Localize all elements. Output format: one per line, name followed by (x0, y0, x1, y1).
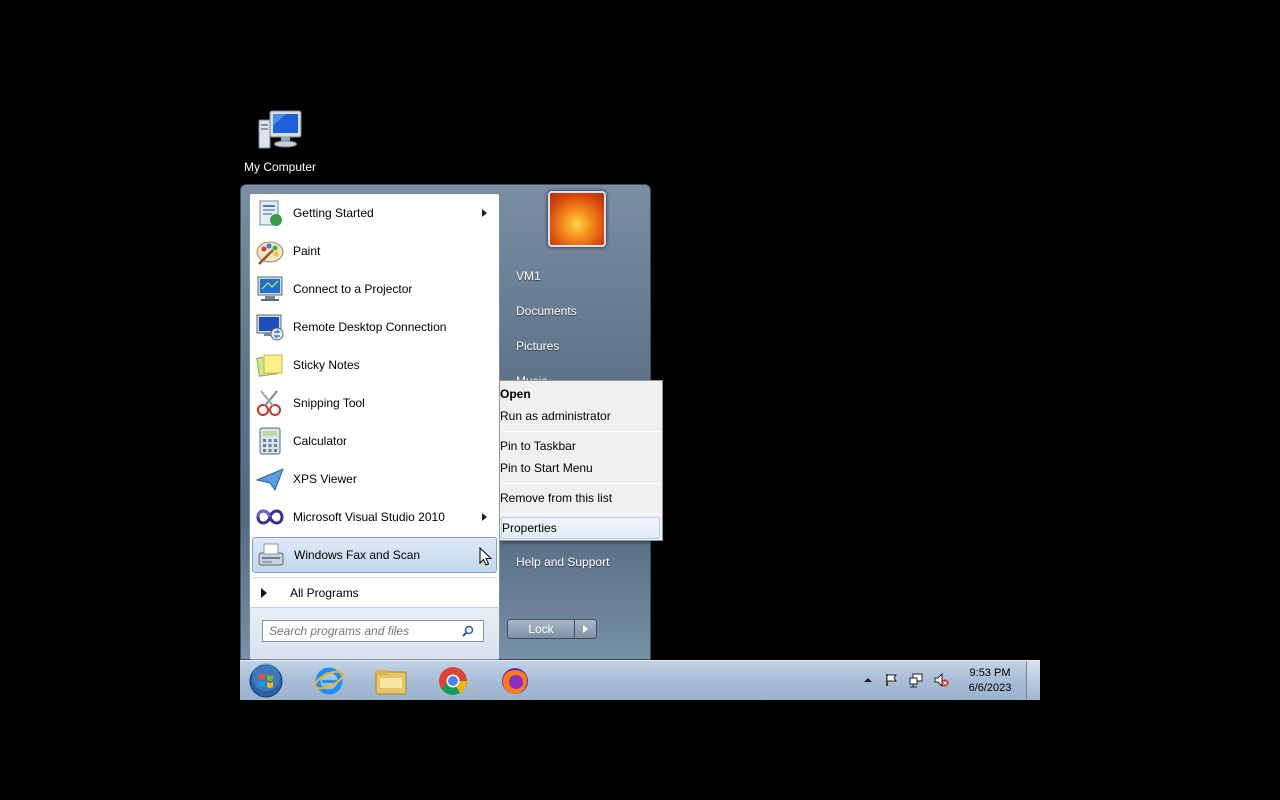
all-programs-label: All Programs (290, 585, 359, 600)
program-label: Remote Desktop Connection (293, 320, 447, 334)
context-menu-pin-to-taskbar[interactable]: Pin to Taskbar (500, 435, 662, 457)
visual-studio-icon (253, 500, 287, 534)
context-menu-properties[interactable]: Properties (501, 517, 660, 539)
program-item-remote-desktop[interactable]: Remote Desktop Connection (252, 309, 497, 345)
windows-logo-icon (249, 663, 283, 698)
context-menu-separator (502, 513, 660, 514)
program-label: Getting Started (293, 206, 374, 220)
sticky-notes-icon (253, 348, 287, 382)
program-label: Microsoft Visual Studio 2010 (293, 510, 445, 524)
desktop-icon-label: My Computer (243, 160, 317, 174)
show-desktop-button[interactable] (1026, 661, 1040, 700)
right-item-pictures[interactable]: Pictures (516, 339, 559, 353)
program-label: XPS Viewer (293, 472, 357, 486)
lock-button[interactable]: Lock (507, 619, 575, 639)
search-box[interactable] (262, 620, 484, 642)
program-item-getting-started[interactable]: Getting Started (252, 195, 497, 231)
show-hidden-icons-arrow[interactable] (863, 674, 873, 688)
network-icon[interactable] (909, 672, 925, 691)
context-menu-remove-from-list[interactable]: Remove from this list (500, 487, 662, 509)
xps-viewer-icon (253, 462, 287, 496)
program-item-connect-to-projector[interactable]: Connect to a Projector (252, 271, 497, 307)
program-label: Paint (293, 244, 321, 258)
taskbar-clock[interactable]: 9:53 PM 6/6/2023 (958, 666, 1022, 696)
context-menu-separator (502, 431, 660, 432)
context-menu: Open Run as administrator Pin to Taskbar… (499, 380, 663, 541)
paint-icon (253, 234, 287, 268)
program-item-windows-fax-and-scan[interactable]: Windows Fax and Scan (252, 537, 497, 573)
mouse-cursor-icon (479, 547, 493, 566)
program-label: Windows Fax and Scan (294, 548, 421, 562)
remote-desktop-icon (253, 310, 287, 344)
taskbar-file-explorer[interactable] (364, 663, 418, 699)
program-label: Connect to a Projector (293, 282, 413, 296)
program-label: Calculator (293, 434, 348, 448)
expand-triangle-icon (261, 587, 267, 598)
program-item-snipping-tool[interactable]: Snipping Tool (252, 385, 497, 421)
context-menu-separator (502, 483, 660, 484)
desktop-icon-my-computer[interactable]: My Computer (240, 108, 320, 174)
search-input[interactable] (263, 624, 459, 638)
program-item-sticky-notes[interactable]: Sticky Notes (252, 347, 497, 383)
action-center-flag-icon[interactable] (885, 673, 899, 690)
system-tray (860, 661, 949, 700)
clock-time: 9:53 PM (969, 667, 1011, 679)
context-menu-open[interactable]: Open (500, 383, 662, 405)
start-button[interactable] (246, 663, 286, 699)
search-icon[interactable] (459, 622, 477, 640)
start-menu-programs-pane: Getting Started Paint Connect to a Proje… (249, 193, 500, 660)
chrome-icon (439, 667, 467, 695)
desktop: My Computer Getting Started Paint Connec… (240, 100, 1040, 700)
taskbar: 9:53 PM 6/6/2023 (240, 660, 1040, 700)
search-area (250, 607, 499, 659)
program-item-calculator[interactable]: Calculator (252, 423, 497, 459)
getting-started-icon (253, 196, 287, 230)
computer-icon (258, 110, 302, 149)
clock-date: 6/6/2023 (968, 682, 1012, 694)
program-label: Snipping Tool (293, 396, 365, 410)
calculator-icon (253, 424, 287, 458)
program-item-xps-viewer[interactable]: XPS Viewer (252, 461, 497, 497)
context-menu-run-as-administrator[interactable]: Run as administrator (500, 405, 662, 427)
volume-muted-icon[interactable] (933, 672, 949, 691)
taskbar-internet-explorer[interactable] (302, 663, 356, 699)
right-item-help-and-support[interactable]: Help and Support (516, 555, 609, 569)
file-explorer-icon (375, 670, 407, 695)
firefox-icon (502, 668, 528, 694)
shutdown-options-button[interactable] (575, 619, 597, 639)
program-label: Sticky Notes (293, 358, 360, 372)
snipping-tool-icon (253, 386, 287, 420)
submenu-arrow-icon[interactable] (482, 513, 487, 521)
projector-icon (253, 272, 287, 306)
taskbar-firefox[interactable] (488, 663, 542, 699)
fax-scan-icon (254, 538, 288, 572)
all-programs-button[interactable]: All Programs (252, 577, 497, 607)
internet-explorer-icon (314, 667, 344, 695)
program-item-paint[interactable]: Paint (252, 233, 497, 269)
program-item-visual-studio[interactable]: Microsoft Visual Studio 2010 (252, 499, 497, 535)
context-menu-pin-to-start-menu[interactable]: Pin to Start Menu (500, 457, 662, 479)
right-item-user-folder[interactable]: VM1 (516, 269, 541, 283)
user-picture-avatar[interactable] (548, 191, 606, 247)
submenu-arrow-icon[interactable] (482, 209, 487, 217)
right-item-documents[interactable]: Documents (516, 304, 577, 318)
taskbar-chrome[interactable] (426, 663, 480, 699)
chevron-right-icon (583, 625, 588, 633)
